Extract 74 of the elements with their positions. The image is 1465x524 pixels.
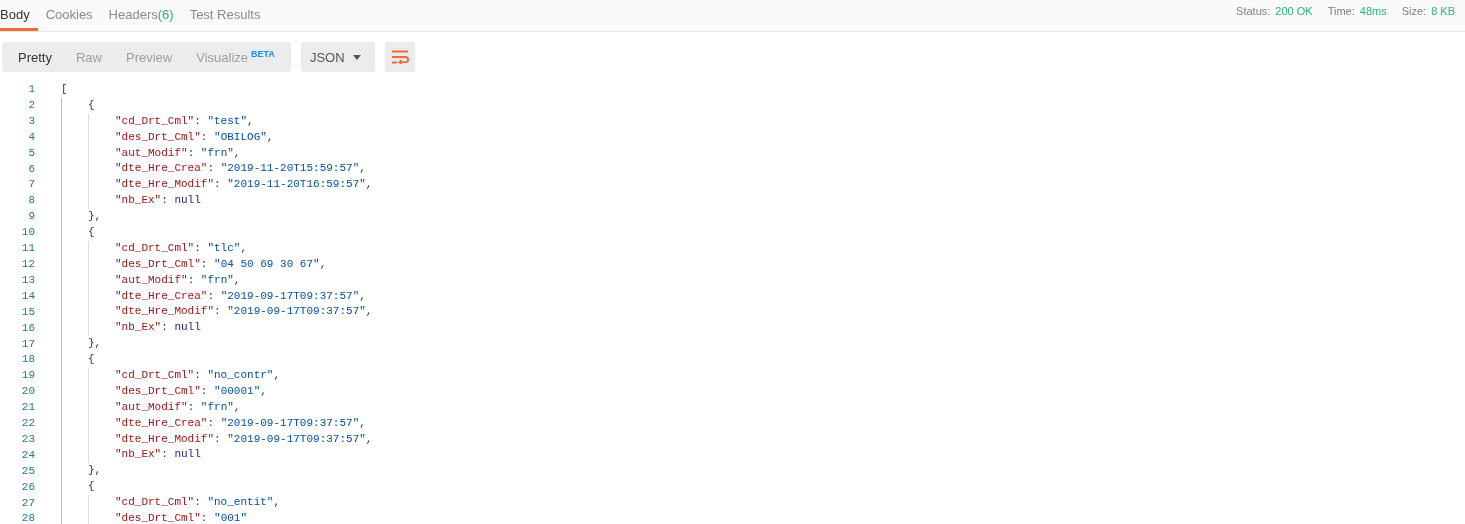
line-number: 14 [20, 288, 35, 304]
code-line: "aut_Modif": "frn", [115, 273, 241, 286]
view-mode-button[interactable]: Visualize $^{BETA}$ [184, 42, 287, 72]
code-line: "dte_Hre_Crea": "2019-11-20T15:59:57", [115, 162, 366, 175]
code-punctuation: }, [88, 337, 102, 350]
response-tab[interactable]: Cookies [37, 0, 101, 31]
code-line: "nb_Ex": null [115, 321, 201, 334]
code-line: "aut_Modif": "frn", [115, 400, 241, 413]
line-number: 11 [20, 241, 35, 257]
code-line: "cd_Drt_Cml": "tlc", [115, 241, 248, 254]
line-number: 2 [27, 97, 35, 113]
line-number: 8 [27, 193, 35, 209]
line-number: 27 [20, 495, 35, 511]
code-line: "des_Drt_Cml": "04 50 69 30 67", [115, 257, 327, 270]
format-dropdown[interactable]: JSON [300, 42, 375, 72]
code-line: "dte_Hre_Crea": "2019-09-17T09:37:57", [115, 416, 366, 429]
line-number: 1 [27, 82, 35, 97]
code-punctuation: }, [88, 464, 102, 477]
line-number: 3 [27, 113, 35, 129]
code-line: "cd_Drt_Cml": "no_contr", [115, 369, 281, 382]
status-label: Size: [1401, 4, 1427, 17]
code-punctuation: }, [88, 210, 102, 223]
line-number: 16 [20, 320, 35, 336]
code-line: "des_Drt_Cml": "00001", [115, 384, 267, 397]
view-mode-button[interactable]: Raw [63, 42, 114, 72]
line-number: 10 [20, 225, 35, 241]
line-number: 24 [20, 447, 35, 463]
line-number: 25 [20, 463, 35, 479]
status-label: Status: [1236, 4, 1271, 17]
line-number: 12 [20, 256, 35, 272]
view-mode-button[interactable]: Pretty [6, 42, 64, 72]
line-number: 23 [20, 431, 35, 447]
view-mode-button[interactable]: Preview [114, 42, 185, 72]
line-number: 17 [20, 336, 35, 352]
wrap-lines-button[interactable] [384, 42, 415, 72]
code-punctuation: { [88, 226, 95, 238]
line-number: 26 [20, 479, 35, 495]
code-line: "nb_Ex": null [115, 194, 201, 207]
code-line: "cd_Drt_Cml": "test", [115, 114, 254, 127]
line-number: 7 [27, 177, 35, 193]
line-number: 4 [27, 129, 35, 145]
code-punctuation: { [88, 353, 95, 366]
line-number: 15 [20, 304, 35, 320]
line-number: 21 [20, 400, 35, 416]
status-label: Time: [1327, 4, 1355, 17]
caret-icon [352, 54, 361, 60]
response-tab[interactable]: Body [0, 0, 38, 31]
code-line: "dte_Hre_Crea": "2019-09-17T09:37:57", [115, 289, 366, 302]
line-number: 18 [20, 352, 35, 368]
code-line: "des_Drt_Cml": "001" [115, 512, 248, 524]
code-line: "dte_Hre_Modif": "2019-11-20T16:59:57", [115, 178, 373, 191]
line-number: 13 [20, 272, 35, 288]
code-line: "cd_Drt_Cml": "no_entit", [115, 496, 281, 509]
line-number: 19 [20, 368, 35, 384]
code-line: "dte_Hre_Modif": "2019-09-17T09:37:57", [115, 432, 373, 445]
response-tab[interactable]: Test Results [181, 0, 269, 31]
code-punctuation: { [88, 480, 95, 493]
line-number: 9 [27, 209, 35, 225]
status-value: 48ms [1359, 4, 1387, 17]
line-number: 5 [27, 145, 35, 161]
line-number: 6 [27, 161, 35, 177]
code-line: "aut_Modif": "frn", [115, 146, 241, 159]
status-value: 8 KB [1431, 4, 1455, 17]
code-line: "des_Drt_Cml": "OBILOG", [115, 130, 274, 143]
line-number: 22 [20, 416, 35, 432]
line-number: 20 [20, 384, 35, 400]
response-tab[interactable]: Headers(6) [100, 0, 182, 31]
line-number: 28 [20, 511, 35, 524]
code-punctuation: { [88, 98, 95, 111]
code-line: "nb_Ex": null [115, 448, 201, 461]
status-value: 200 OK [1275, 4, 1313, 17]
code-punctuation: [ [61, 83, 68, 95]
code-line: "dte_Hre_Modif": "2019-09-17T09:37:57", [115, 305, 373, 318]
wrap-lines-icon [390, 50, 409, 64]
